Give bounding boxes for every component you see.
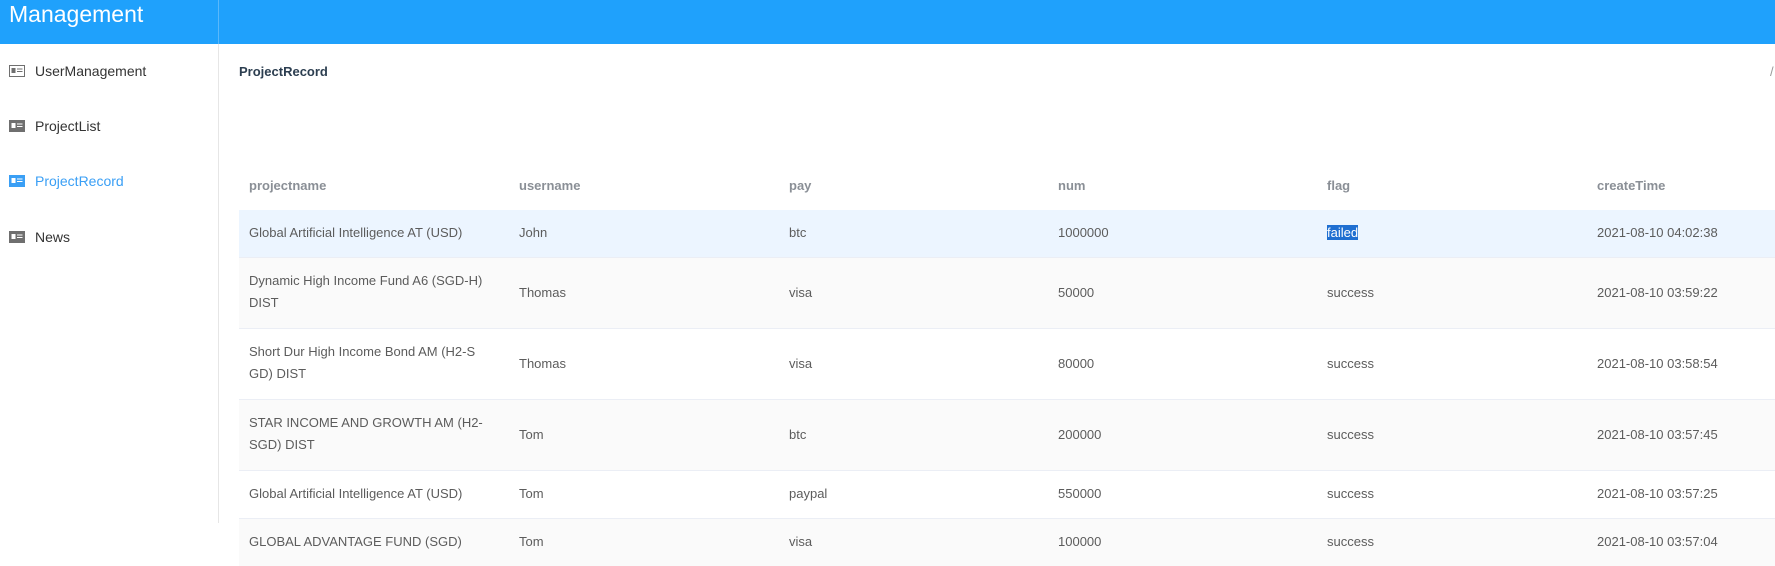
selected-text: failed — [1327, 225, 1359, 240]
table-row[interactable]: Global Artificial Intelligence AT (USD) … — [239, 471, 1775, 519]
table-row[interactable]: Global Artificial Intelligence AT (USD) … — [239, 210, 1775, 258]
sidebar-item-projectlist[interactable]: ProjectList — [0, 106, 218, 146]
cell-flag: success — [1327, 486, 1374, 501]
cell-projectname-line: Short Dur High Income Bond AM (H2-S — [249, 344, 476, 359]
sidebar: UserManagement ProjectList ProjectRecord… — [0, 44, 219, 523]
cell-createtime: 2021-08-10 03:57:45 — [1597, 427, 1718, 442]
cell-createtime: 2021-08-10 03:58:54 — [1597, 356, 1718, 371]
page-title: ProjectRecord — [239, 64, 328, 79]
cell-num: 200000 — [1058, 427, 1102, 442]
sidebar-item-projectrecord[interactable]: ProjectRecord — [0, 161, 218, 201]
cell-projectname: Global Artificial Intelligence AT (USD) — [249, 486, 463, 501]
cell-projectname-line: DIST — [249, 295, 279, 310]
id-card-icon — [9, 65, 25, 77]
column-header-num[interactable]: num — [1058, 178, 1085, 194]
cell-createtime: 2021-08-10 03:57:25 — [1597, 486, 1718, 501]
column-header-flag[interactable]: flag — [1327, 178, 1350, 194]
table-row[interactable]: Short Dur High Income Bond AM (H2-S GD) … — [239, 329, 1775, 400]
cell-projectname-line: Dynamic High Income Fund A6 (SGD-H) — [249, 273, 483, 288]
id-card-icon — [9, 175, 25, 187]
cell-projectname: GLOBAL ADVANTAGE FUND (SGD) — [249, 534, 462, 549]
id-card-icon — [9, 231, 25, 243]
app-title: Management — [9, 1, 144, 27]
cell-username: Tom — [519, 534, 544, 549]
cell-projectname: Global Artificial Intelligence AT (USD) — [249, 225, 463, 240]
sidebar-item-label: UserManagement — [35, 63, 147, 79]
sidebar-item-label: ProjectList — [35, 118, 101, 134]
sidebar-item-label: ProjectRecord — [35, 173, 124, 189]
cell-pay: btc — [789, 225, 807, 240]
cell-createtime: 2021-08-10 04:02:38 — [1597, 225, 1718, 240]
cell-num: 550000 — [1058, 486, 1102, 501]
cell-flag: failed — [1327, 222, 1359, 244]
header-divider — [218, 0, 219, 44]
cell-pay: visa — [789, 534, 813, 549]
column-header-username[interactable]: username — [519, 178, 580, 194]
cell-flag: success — [1327, 285, 1374, 300]
table-row[interactable]: GLOBAL ADVANTAGE FUND (SGD) Tom visa 100… — [239, 519, 1775, 566]
cell-flag: success — [1327, 534, 1374, 549]
cell-pay: visa — [789, 356, 813, 371]
column-header-projectname[interactable]: projectname — [249, 178, 326, 194]
table-header-row: projectname username pay num flag create… — [239, 162, 1775, 211]
column-header-pay[interactable]: pay — [789, 178, 811, 194]
cell-num: 1000000 — [1058, 225, 1109, 240]
cell-pay: visa — [789, 285, 813, 300]
cell-projectname-line: STAR INCOME AND GROWTH AM (H2- — [249, 415, 483, 430]
cell-username: Thomas — [519, 285, 566, 300]
cell-num: 80000 — [1058, 356, 1095, 371]
sidebar-item-news[interactable]: News — [0, 217, 218, 257]
cell-createtime: 2021-08-10 03:59:22 — [1597, 285, 1718, 300]
cell-num: 50000 — [1058, 285, 1095, 300]
sidebar-item-usermanagement[interactable]: UserManagement — [0, 51, 218, 91]
cell-createtime: 2021-08-10 03:57:04 — [1597, 534, 1718, 549]
cell-pay: paypal — [789, 486, 828, 501]
table-row[interactable]: STAR INCOME AND GROWTH AM (H2- SGD) DIST… — [239, 400, 1775, 471]
cell-flag: success — [1327, 427, 1374, 442]
cell-projectname: STAR INCOME AND GROWTH AM (H2- SGD) DIST — [249, 412, 505, 456]
cell-projectname: Dynamic High Income Fund A6 (SGD-H) DIST — [249, 270, 505, 314]
cell-username: John — [519, 225, 548, 240]
cell-flag: success — [1327, 356, 1374, 371]
table-row[interactable]: Dynamic High Income Fund A6 (SGD-H) DIST… — [239, 258, 1775, 329]
cell-username: Tom — [519, 486, 544, 501]
cell-num: 100000 — [1058, 534, 1102, 549]
id-card-icon — [9, 120, 25, 132]
column-header-createtime[interactable]: createTime — [1597, 178, 1665, 194]
cell-username: Tom — [519, 427, 544, 442]
cell-projectname-line: GD) DIST — [249, 366, 307, 381]
top-header-bar: Management — [0, 0, 1775, 44]
main-content: ProjectRecord / projectname username pay… — [219, 44, 1775, 566]
breadcrumb-separator: / — [1770, 64, 1774, 79]
cell-username: Thomas — [519, 356, 566, 371]
sidebar-item-label: News — [35, 229, 71, 245]
cell-projectname: Short Dur High Income Bond AM (H2-S GD) … — [249, 341, 505, 385]
cell-pay: btc — [789, 427, 807, 442]
cell-projectname-line: SGD) DIST — [249, 437, 315, 452]
